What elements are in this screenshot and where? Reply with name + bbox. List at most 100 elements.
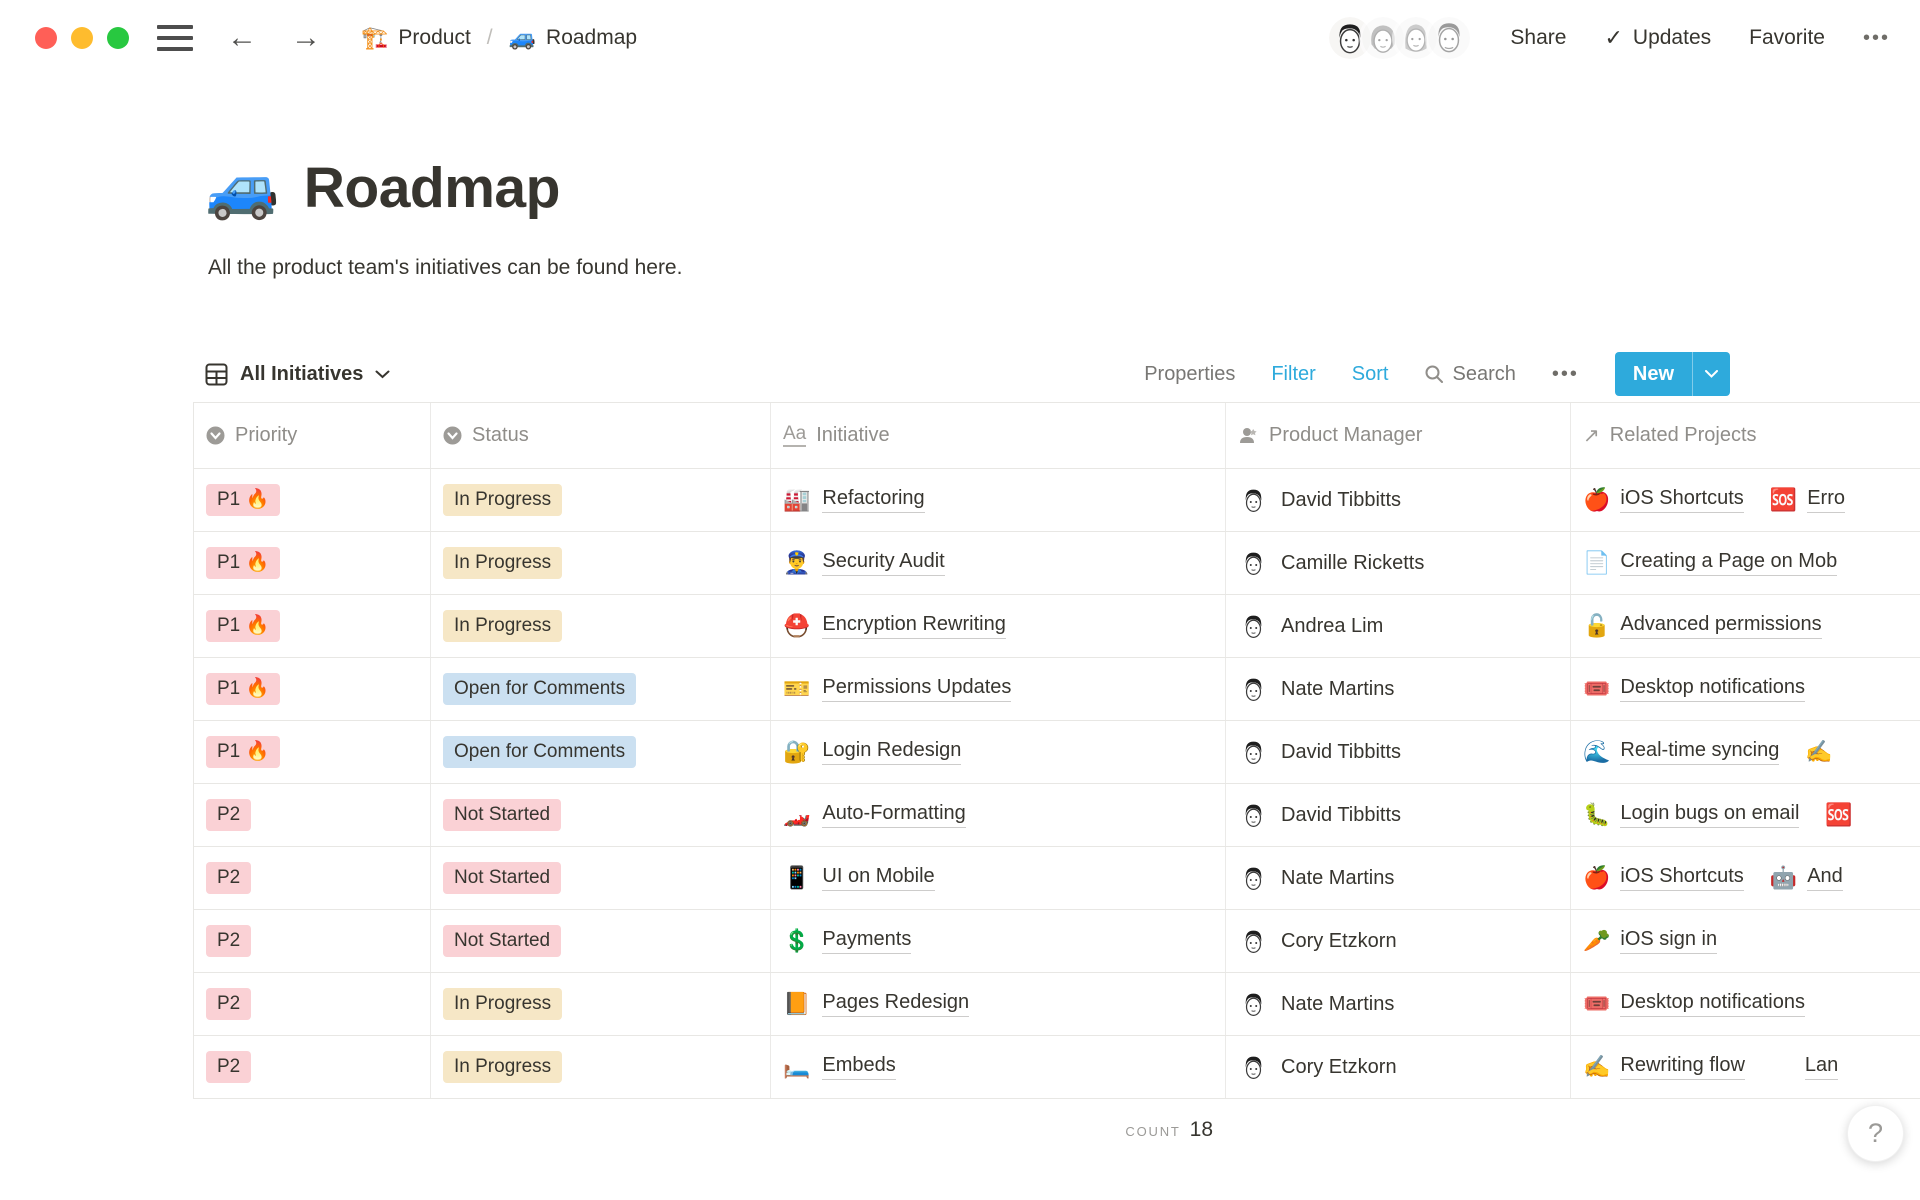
initiative-link[interactable]: Auto-Formatting [822, 802, 965, 828]
initiative-link[interactable]: Permissions Updates [822, 676, 1011, 702]
new-button[interactable]: New [1615, 352, 1730, 396]
column-header-status[interactable]: Status [431, 403, 771, 468]
initiative-link[interactable]: Login Redesign [822, 739, 961, 765]
related-project-link[interactable]: 🎟️Desktop notifications [1583, 991, 1805, 1017]
breadcrumb-item-product[interactable]: 🏗️ Product [361, 26, 471, 50]
initiative-cell[interactable]: 🎫 Permissions Updates [771, 658, 1226, 720]
status-cell[interactable]: Open for Comments [431, 721, 771, 783]
product-manager-cell[interactable]: David Tibbitts [1226, 469, 1571, 531]
close-window-button[interactable] [35, 27, 57, 49]
count-aggregate[interactable]: COUNT 18 [770, 1104, 1225, 1142]
priority-cell[interactable]: P2 [194, 784, 431, 846]
product-manager-cell[interactable]: Nate Martins [1226, 973, 1571, 1035]
related-projects-cell[interactable]: 🔓Advanced permissions [1571, 595, 1920, 657]
initiative-cell[interactable]: 👮‍♂️ Security Audit [771, 532, 1226, 594]
status-cell[interactable]: In Progress [431, 595, 771, 657]
priority-cell[interactable]: P2 [194, 847, 431, 909]
related-projects-cell[interactable]: 🍎iOS Shortcuts 🆘Erro [1571, 469, 1920, 531]
related-project-link[interactable]: 🍎iOS Shortcuts [1583, 487, 1744, 513]
initiative-cell[interactable]: 🛏️ Embeds [771, 1036, 1226, 1098]
related-project-link[interactable]: 🥕iOS sign in [1583, 928, 1717, 954]
minimize-window-button[interactable] [71, 27, 93, 49]
priority-cell[interactable]: P1 🔥 [194, 658, 431, 720]
related-project-link[interactable]: 🐛Login bugs on email [1583, 802, 1799, 828]
related-project-link[interactable]: 🌊Real-time syncing [1583, 739, 1779, 765]
help-button[interactable]: ? [1847, 1105, 1904, 1162]
initiative-link[interactable]: Payments [822, 928, 911, 954]
properties-button[interactable]: Properties [1144, 363, 1235, 386]
sort-button[interactable]: Sort [1352, 363, 1389, 386]
related-project-link[interactable]: Lan [1771, 1054, 1838, 1080]
related-project-link[interactable]: 🆘Erro [1770, 487, 1845, 513]
related-projects-cell[interactable]: 🥕iOS sign in [1571, 910, 1920, 972]
status-cell[interactable]: Not Started [431, 847, 771, 909]
product-manager-cell[interactable]: David Tibbitts [1226, 784, 1571, 846]
status-cell[interactable]: In Progress [431, 973, 771, 1035]
search-button[interactable]: Search [1424, 363, 1515, 386]
related-projects-cell[interactable]: 🎟️Desktop notifications [1571, 973, 1920, 1035]
initiative-cell[interactable]: 🔐 Login Redesign [771, 721, 1226, 783]
product-manager-cell[interactable]: Cory Etzkorn [1226, 910, 1571, 972]
priority-cell[interactable]: P1 🔥 [194, 469, 431, 531]
related-projects-cell[interactable]: 🐛Login bugs on email 🆘 [1571, 784, 1920, 846]
related-project-link[interactable]: 🔓Advanced permissions [1583, 613, 1822, 639]
filter-button[interactable]: Filter [1271, 363, 1315, 386]
product-manager-cell[interactable]: Cory Etzkorn [1226, 1036, 1571, 1098]
updates-button[interactable]: ✓ Updates [1604, 25, 1711, 51]
initiative-link[interactable]: Embeds [822, 1054, 895, 1080]
product-manager-cell[interactable]: Andrea Lim [1226, 595, 1571, 657]
related-project-link[interactable]: ✍️ [1805, 741, 1842, 763]
share-button[interactable]: Share [1510, 26, 1566, 50]
related-projects-cell[interactable]: 🍎iOS Shortcuts 🤖And [1571, 847, 1920, 909]
status-cell[interactable]: Not Started [431, 784, 771, 846]
initiative-cell[interactable]: 💲 Payments [771, 910, 1226, 972]
column-header-initiative[interactable]: Aa Initiative [771, 403, 1226, 468]
related-project-link[interactable]: ✍️Rewriting flow [1583, 1054, 1745, 1080]
status-cell[interactable]: Open for Comments [431, 658, 771, 720]
related-project-link[interactable]: 🆘 [1825, 804, 1862, 826]
priority-cell[interactable]: P2 [194, 1036, 431, 1098]
forward-arrow-icon[interactable]: → [291, 23, 321, 53]
related-projects-cell[interactable]: 🌊Real-time syncing ✍️ [1571, 721, 1920, 783]
priority-cell[interactable]: P1 🔥 [194, 532, 431, 594]
related-projects-cell[interactable]: 📄Creating a Page on Mob [1571, 532, 1920, 594]
status-cell[interactable]: In Progress [431, 1036, 771, 1098]
status-cell[interactable]: Not Started [431, 910, 771, 972]
initiative-link[interactable]: Security Audit [822, 550, 944, 576]
product-manager-cell[interactable]: Nate Martins [1226, 658, 1571, 720]
related-project-link[interactable]: 🍎iOS Shortcuts [1583, 865, 1744, 891]
page-icon-car[interactable]: 🚙 [205, 158, 280, 218]
initiative-link[interactable]: UI on Mobile [822, 865, 934, 891]
column-header-product-manager[interactable]: Product Manager [1226, 403, 1571, 468]
initiative-cell[interactable]: 📙 Pages Redesign [771, 973, 1226, 1035]
status-cell[interactable]: In Progress [431, 469, 771, 531]
view-more-options-icon[interactable]: ••• [1552, 363, 1579, 386]
zoom-window-button[interactable] [107, 27, 129, 49]
breadcrumb-item-roadmap[interactable]: 🚙 Roadmap [509, 26, 637, 50]
priority-cell[interactable]: P2 [194, 973, 431, 1035]
related-project-link[interactable]: 📄Creating a Page on Mob [1583, 550, 1837, 576]
initiative-link[interactable]: Pages Redesign [822, 991, 969, 1017]
related-project-link[interactable]: 🎟️Desktop notifications [1583, 676, 1805, 702]
priority-cell[interactable]: P1 🔥 [194, 721, 431, 783]
product-manager-cell[interactable]: Nate Martins [1226, 847, 1571, 909]
initiative-cell[interactable]: 🏎️ Auto-Formatting [771, 784, 1226, 846]
related-projects-cell[interactable]: 🎟️Desktop notifications [1571, 658, 1920, 720]
status-cell[interactable]: In Progress [431, 532, 771, 594]
column-header-priority[interactable]: Priority [194, 403, 431, 468]
view-switcher[interactable]: All Initiatives [205, 363, 390, 386]
related-project-link[interactable]: 🤖And [1770, 865, 1843, 891]
initiative-cell[interactable]: ⛑️ Encryption Rewriting [771, 595, 1226, 657]
initiative-cell[interactable]: 🏭 Refactoring [771, 469, 1226, 531]
priority-cell[interactable]: P2 [194, 910, 431, 972]
more-options-icon[interactable]: ••• [1863, 27, 1890, 50]
avatar[interactable] [1428, 17, 1470, 59]
sidebar-menu-icon[interactable] [157, 25, 193, 51]
initiative-link[interactable]: Encryption Rewriting [822, 613, 1005, 639]
initiative-cell[interactable]: 📱 UI on Mobile [771, 847, 1226, 909]
related-projects-cell[interactable]: ✍️Rewriting flow Lan [1571, 1036, 1920, 1098]
favorite-button[interactable]: Favorite [1749, 26, 1825, 50]
priority-cell[interactable]: P1 🔥 [194, 595, 431, 657]
product-manager-cell[interactable]: David Tibbitts [1226, 721, 1571, 783]
initiative-link[interactable]: Refactoring [822, 487, 924, 513]
